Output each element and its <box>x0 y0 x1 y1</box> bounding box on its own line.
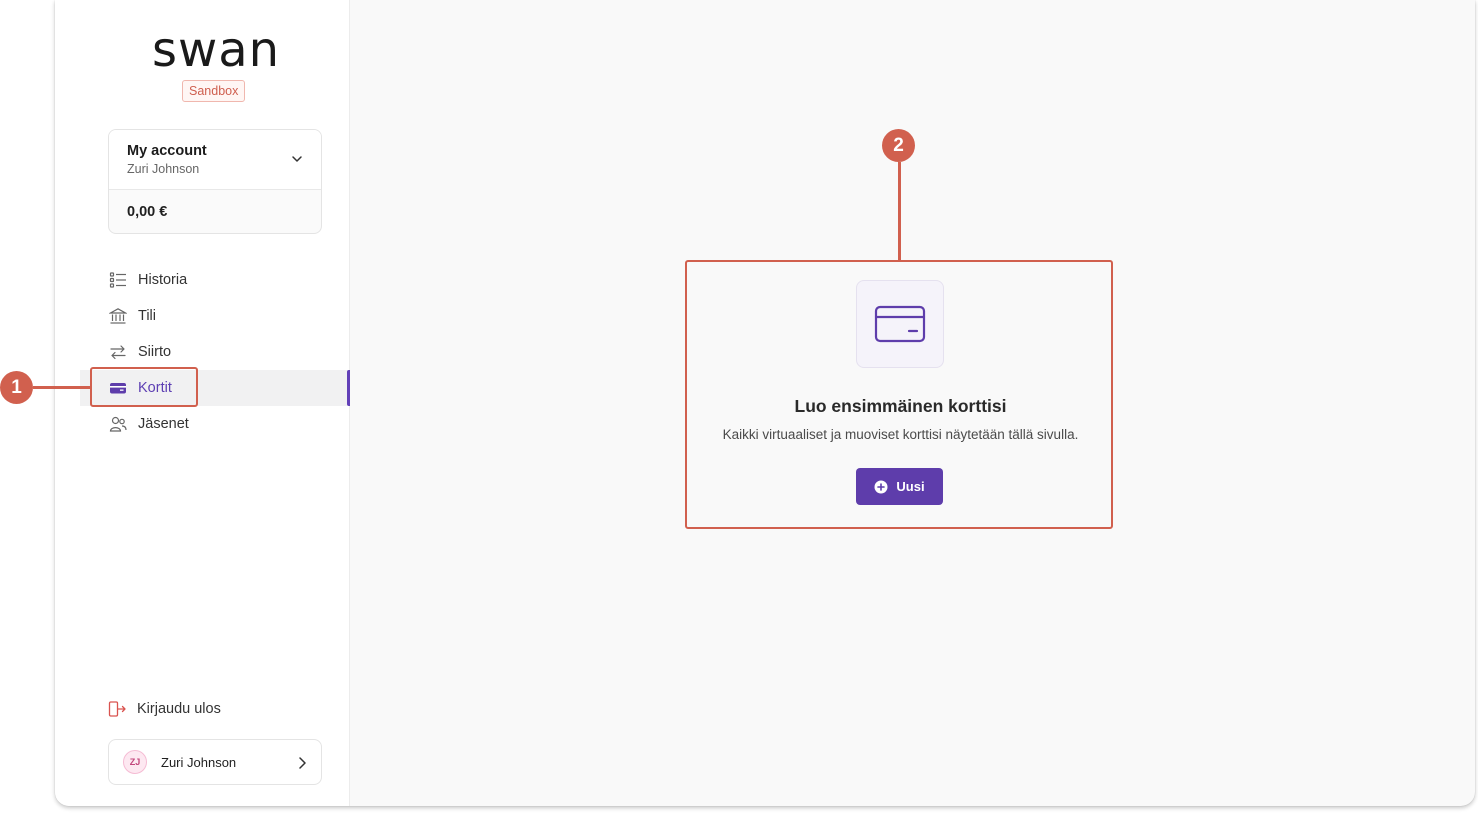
logout-label: Kirjaudu ulos <box>137 701 221 717</box>
svg-text:swan: swan <box>152 26 280 74</box>
swan-logo: swan <box>152 26 280 74</box>
transfer-arrows-icon <box>110 345 126 360</box>
bank-icon <box>109 308 127 324</box>
logout-link[interactable]: Kirjaudu ulos <box>108 700 221 718</box>
nav-label: Jäsenet <box>138 416 189 432</box>
nav-item-historia[interactable]: Historia <box>80 262 350 298</box>
nav-item-tili[interactable]: Tili <box>80 298 350 334</box>
nav-item-jasenet[interactable]: Jäsenet <box>80 406 350 442</box>
annotation-connector-1 <box>33 386 90 389</box>
account-header[interactable]: My account Zuri Johnson <box>109 130 321 190</box>
user-name: Zuri Johnson <box>161 754 237 770</box>
logout-icon <box>108 701 126 717</box>
members-icon <box>109 416 127 432</box>
chevron-down-icon[interactable] <box>291 153 303 165</box>
nav-label: Historia <box>138 272 188 288</box>
annotation-marker-2: 2 <box>882 129 915 162</box>
nav-label: Siirto <box>138 344 172 360</box>
sandbox-badge: Sandbox <box>182 80 246 102</box>
list-icon <box>109 272 126 288</box>
account-balance: 0,00 € <box>127 204 168 220</box>
avatar: ZJ <box>123 750 147 774</box>
annotation-connector-2 <box>898 162 901 260</box>
annotation-box-2 <box>685 260 1113 529</box>
account-switcher[interactable]: My account Zuri Johnson 0,00 € <box>108 129 322 234</box>
chevron-right-icon <box>299 757 306 769</box>
user-profile-button[interactable]: ZJ Zuri Johnson <box>108 739 322 785</box>
annotation-box-1 <box>90 367 198 407</box>
annotation-marker-1: 1 <box>0 371 33 404</box>
nav-item-siirto[interactable]: Siirto <box>80 334 350 370</box>
main-nav: Historia Tili Siirto Kortit Jäsenet <box>80 262 350 442</box>
nav-label: Tili <box>138 308 156 324</box>
